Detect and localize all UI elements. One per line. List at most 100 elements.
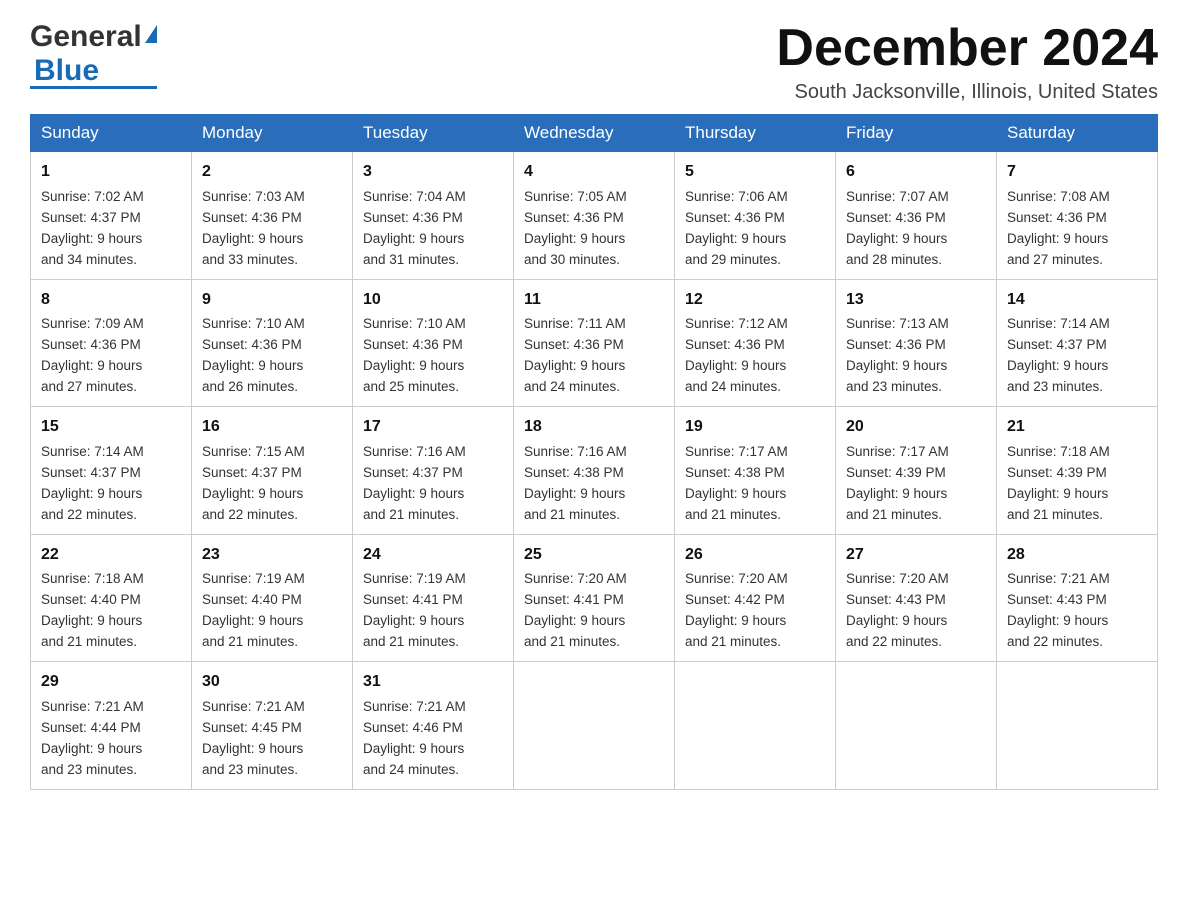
day-number: 17	[363, 415, 503, 440]
day-number: 11	[524, 288, 664, 313]
empty-cell	[675, 662, 836, 789]
day-daylight: Daylight: 9 hoursand 21 minutes.	[846, 486, 947, 522]
day-number: 20	[846, 415, 986, 440]
day-sunrise: Sunrise: 7:04 AM	[363, 189, 466, 204]
day-daylight: Daylight: 9 hoursand 30 minutes.	[524, 231, 625, 267]
day-number: 26	[685, 543, 825, 568]
calendar-day-cell: 20 Sunrise: 7:17 AM Sunset: 4:39 PM Dayl…	[836, 407, 997, 534]
logo-general-text: General	[30, 20, 142, 54]
day-daylight: Daylight: 9 hoursand 24 minutes.	[524, 358, 625, 394]
calendar-day-cell: 21 Sunrise: 7:18 AM Sunset: 4:39 PM Dayl…	[997, 407, 1158, 534]
day-sunset: Sunset: 4:43 PM	[1007, 592, 1107, 607]
day-number: 3	[363, 160, 503, 185]
calendar-day-cell: 28 Sunrise: 7:21 AM Sunset: 4:43 PM Dayl…	[997, 534, 1158, 661]
day-number: 6	[846, 160, 986, 185]
day-number: 8	[41, 288, 181, 313]
day-daylight: Daylight: 9 hoursand 21 minutes.	[524, 613, 625, 649]
day-daylight: Daylight: 9 hoursand 27 minutes.	[41, 358, 142, 394]
calendar-day-cell: 11 Sunrise: 7:11 AM Sunset: 4:36 PM Dayl…	[514, 279, 675, 406]
calendar-day-cell: 27 Sunrise: 7:20 AM Sunset: 4:43 PM Dayl…	[836, 534, 997, 661]
calendar-day-cell: 7 Sunrise: 7:08 AM Sunset: 4:36 PM Dayli…	[997, 152, 1158, 279]
day-daylight: Daylight: 9 hoursand 23 minutes.	[41, 741, 142, 777]
day-sunset: Sunset: 4:36 PM	[1007, 210, 1107, 225]
day-sunrise: Sunrise: 7:21 AM	[363, 699, 466, 714]
day-sunrise: Sunrise: 7:17 AM	[846, 444, 949, 459]
day-number: 22	[41, 543, 181, 568]
day-sunset: Sunset: 4:40 PM	[202, 592, 302, 607]
calendar-week-row: 22 Sunrise: 7:18 AM Sunset: 4:40 PM Dayl…	[31, 534, 1158, 661]
calendar-week-row: 15 Sunrise: 7:14 AM Sunset: 4:37 PM Dayl…	[31, 407, 1158, 534]
day-sunrise: Sunrise: 7:08 AM	[1007, 189, 1110, 204]
day-daylight: Daylight: 9 hoursand 27 minutes.	[1007, 231, 1108, 267]
day-sunset: Sunset: 4:44 PM	[41, 720, 141, 735]
day-number: 19	[685, 415, 825, 440]
calendar-day-cell: 6 Sunrise: 7:07 AM Sunset: 4:36 PM Dayli…	[836, 152, 997, 279]
day-daylight: Daylight: 9 hoursand 26 minutes.	[202, 358, 303, 394]
calendar-day-cell: 15 Sunrise: 7:14 AM Sunset: 4:37 PM Dayl…	[31, 407, 192, 534]
day-sunrise: Sunrise: 7:10 AM	[363, 316, 466, 331]
calendar-day-cell: 26 Sunrise: 7:20 AM Sunset: 4:42 PM Dayl…	[675, 534, 836, 661]
day-sunrise: Sunrise: 7:06 AM	[685, 189, 788, 204]
day-sunset: Sunset: 4:41 PM	[524, 592, 624, 607]
day-sunset: Sunset: 4:37 PM	[41, 465, 141, 480]
day-sunset: Sunset: 4:36 PM	[363, 210, 463, 225]
weekday-header-thursday: Thursday	[675, 115, 836, 152]
calendar-day-cell: 16 Sunrise: 7:15 AM Sunset: 4:37 PM Dayl…	[192, 407, 353, 534]
day-number: 14	[1007, 288, 1147, 313]
day-number: 27	[846, 543, 986, 568]
day-daylight: Daylight: 9 hoursand 22 minutes.	[1007, 613, 1108, 649]
day-daylight: Daylight: 9 hoursand 21 minutes.	[524, 486, 625, 522]
page-header: General Blue December 2024 South Jackson…	[30, 20, 1158, 104]
calendar-day-cell: 13 Sunrise: 7:13 AM Sunset: 4:36 PM Dayl…	[836, 279, 997, 406]
day-sunrise: Sunrise: 7:07 AM	[846, 189, 949, 204]
calendar-day-cell: 5 Sunrise: 7:06 AM Sunset: 4:36 PM Dayli…	[675, 152, 836, 279]
day-number: 12	[685, 288, 825, 313]
day-number: 29	[41, 670, 181, 695]
day-sunrise: Sunrise: 7:21 AM	[41, 699, 144, 714]
day-daylight: Daylight: 9 hoursand 34 minutes.	[41, 231, 142, 267]
day-sunset: Sunset: 4:45 PM	[202, 720, 302, 735]
day-daylight: Daylight: 9 hoursand 23 minutes.	[846, 358, 947, 394]
day-daylight: Daylight: 9 hoursand 31 minutes.	[363, 231, 464, 267]
day-number: 28	[1007, 543, 1147, 568]
day-number: 1	[41, 160, 181, 185]
day-sunrise: Sunrise: 7:03 AM	[202, 189, 305, 204]
day-number: 7	[1007, 160, 1147, 185]
day-sunrise: Sunrise: 7:10 AM	[202, 316, 305, 331]
calendar-day-cell: 17 Sunrise: 7:16 AM Sunset: 4:37 PM Dayl…	[353, 407, 514, 534]
empty-cell	[997, 662, 1158, 789]
calendar-day-cell: 22 Sunrise: 7:18 AM Sunset: 4:40 PM Dayl…	[31, 534, 192, 661]
day-daylight: Daylight: 9 hoursand 28 minutes.	[846, 231, 947, 267]
calendar-week-row: 8 Sunrise: 7:09 AM Sunset: 4:36 PM Dayli…	[31, 279, 1158, 406]
weekday-header-wednesday: Wednesday	[514, 115, 675, 152]
day-daylight: Daylight: 9 hoursand 24 minutes.	[685, 358, 786, 394]
empty-cell	[836, 662, 997, 789]
day-sunset: Sunset: 4:38 PM	[685, 465, 785, 480]
day-sunset: Sunset: 4:36 PM	[363, 337, 463, 352]
title-block: December 2024 South Jacksonville, Illino…	[776, 20, 1158, 104]
calendar-day-cell: 2 Sunrise: 7:03 AM Sunset: 4:36 PM Dayli…	[192, 152, 353, 279]
day-daylight: Daylight: 9 hoursand 25 minutes.	[363, 358, 464, 394]
day-sunset: Sunset: 4:43 PM	[846, 592, 946, 607]
calendar-day-cell: 3 Sunrise: 7:04 AM Sunset: 4:36 PM Dayli…	[353, 152, 514, 279]
day-sunset: Sunset: 4:37 PM	[1007, 337, 1107, 352]
day-daylight: Daylight: 9 hoursand 29 minutes.	[685, 231, 786, 267]
day-sunset: Sunset: 4:41 PM	[363, 592, 463, 607]
weekday-header-saturday: Saturday	[997, 115, 1158, 152]
day-number: 24	[363, 543, 503, 568]
day-sunset: Sunset: 4:37 PM	[363, 465, 463, 480]
day-sunset: Sunset: 4:40 PM	[41, 592, 141, 607]
day-sunrise: Sunrise: 7:20 AM	[846, 571, 949, 586]
day-sunrise: Sunrise: 7:16 AM	[524, 444, 627, 459]
day-sunset: Sunset: 4:42 PM	[685, 592, 785, 607]
day-sunset: Sunset: 4:36 PM	[846, 337, 946, 352]
empty-cell	[514, 662, 675, 789]
calendar-day-cell: 18 Sunrise: 7:16 AM Sunset: 4:38 PM Dayl…	[514, 407, 675, 534]
day-number: 10	[363, 288, 503, 313]
day-sunrise: Sunrise: 7:21 AM	[1007, 571, 1110, 586]
day-sunset: Sunset: 4:36 PM	[41, 337, 141, 352]
day-daylight: Daylight: 9 hoursand 22 minutes.	[41, 486, 142, 522]
day-sunrise: Sunrise: 7:20 AM	[524, 571, 627, 586]
day-sunrise: Sunrise: 7:15 AM	[202, 444, 305, 459]
day-sunrise: Sunrise: 7:20 AM	[685, 571, 788, 586]
